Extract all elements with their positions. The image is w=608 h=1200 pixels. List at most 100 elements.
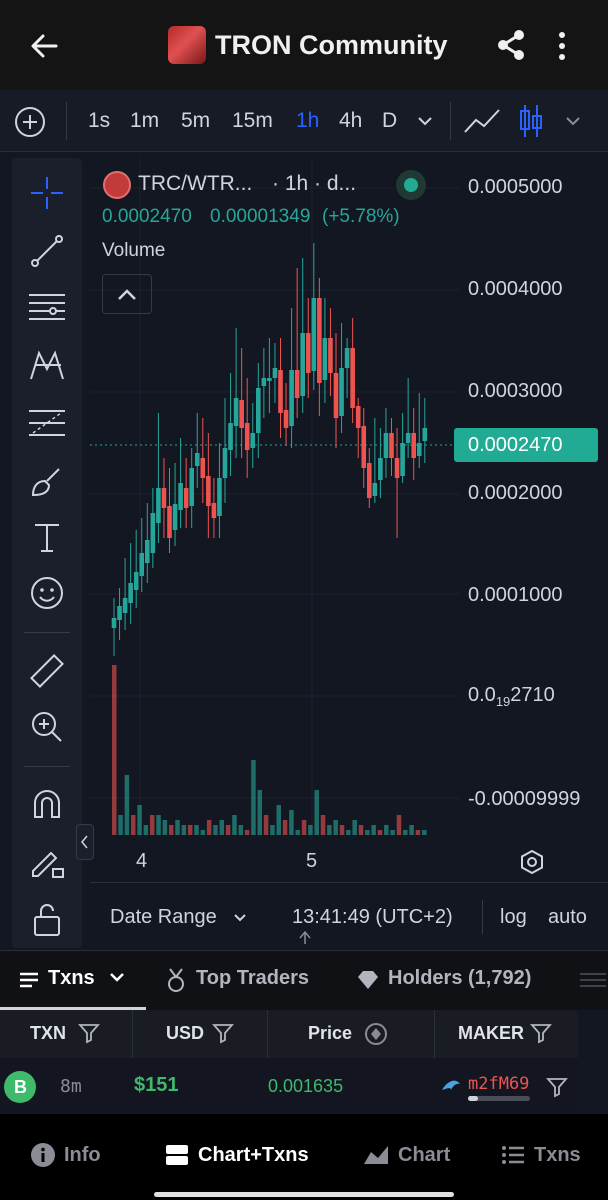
horizontal-lines-tool[interactable] (12, 282, 82, 332)
current-price-tag: 0.0002470 (454, 428, 598, 462)
back-arrow-icon[interactable] (28, 30, 60, 62)
column-header-maker: MAKER (458, 1023, 524, 1043)
chevron-left-icon (81, 835, 88, 849)
timeframe-5m[interactable]: 5m (181, 109, 210, 133)
unlock-tool[interactable] (12, 894, 82, 944)
fib-tool[interactable] (12, 398, 82, 448)
chart-settings-icon[interactable] (518, 848, 546, 876)
dolphin-icon (442, 1080, 460, 1090)
y-axis-label: 0.0001000 (468, 584, 563, 606)
nav-chart-txns[interactable]: Chart+Txns (164, 1142, 309, 1168)
timeframe-15m[interactable]: 15m (232, 109, 273, 133)
tab-holders[interactable]: Holders (1,792) (388, 967, 531, 990)
bottom-navigation: Info Chart+Txns Chart Txns (0, 1114, 608, 1200)
zoom-in-icon (32, 712, 62, 742)
magnet-tool[interactable] (12, 780, 82, 830)
text-tool[interactable] (12, 512, 82, 562)
zoom-tool[interactable] (12, 702, 82, 752)
txn-usd: $151 (134, 1074, 179, 1096)
price-toggle-icon[interactable] (364, 1022, 388, 1046)
symbol-label: TRC/WTR... (138, 172, 253, 195)
nav-txns[interactable]: Txns (500, 1142, 581, 1168)
data-tabs: Txns Top Traders Holders (1,792) (0, 950, 608, 1010)
brush-tool[interactable] (12, 456, 82, 506)
page-title: TRON Community (215, 30, 448, 60)
x-axis-label: 5 (306, 850, 318, 872)
timeframe-1m[interactable]: 1m (130, 109, 159, 133)
column-header-txn: TXN (30, 1023, 66, 1043)
timeframe-d[interactable]: D (382, 109, 397, 133)
nav-chart[interactable]: Chart (362, 1142, 450, 1168)
fib-retracement-icon (29, 410, 65, 436)
list-icon (502, 1146, 524, 1164)
tab-txns[interactable]: Txns (48, 967, 95, 990)
filter-icon[interactable] (78, 1022, 100, 1044)
y-axis-label: -0.00009999 (468, 788, 581, 810)
more-options-icon[interactable] (552, 30, 572, 62)
emoji-tool[interactable] (12, 568, 82, 618)
pencil-lock-icon (32, 851, 64, 878)
add-indicator-icon[interactable] (14, 106, 46, 138)
filter-icon[interactable] (530, 1022, 552, 1044)
txn-age: 8m (60, 1076, 82, 1097)
chart-type-dropdown-icon[interactable] (564, 114, 582, 128)
y-axis-label-small: 0.0192710 (468, 684, 555, 709)
trend-line-tool[interactable] (12, 226, 82, 276)
nav-info[interactable]: Info (30, 1142, 101, 1168)
last-price-value: 0.0002470 (102, 206, 192, 227)
chevron-up-icon (118, 289, 136, 300)
chevron-down-icon[interactable] (108, 971, 126, 985)
change-value: 0.00001349 (210, 206, 311, 227)
smiley-icon (31, 577, 63, 609)
line-chart-type-icon[interactable] (462, 104, 502, 138)
y-axis-label: 0.0005000 (468, 176, 563, 198)
timeframe-1s[interactable]: 1s (88, 109, 110, 133)
more-tabs-fade (578, 969, 608, 991)
trend-line-icon (31, 235, 63, 267)
table-row[interactable]: B 8m $151 0.001635 m2fM69 (0, 1058, 578, 1114)
measure-tool[interactable] (12, 646, 82, 696)
volume-indicator-label: Volume (102, 240, 166, 261)
txn-table-header: TXN USD Price MAKER (0, 1010, 578, 1058)
lock-drawing-tool[interactable] (12, 836, 82, 886)
collapse-legend-button[interactable] (102, 274, 152, 314)
diamond-icon (358, 971, 378, 989)
unlock-icon (34, 904, 60, 936)
crosshair-tool[interactable] (12, 168, 82, 218)
log-scale-toggle[interactable]: log (500, 906, 527, 929)
price-chart[interactable]: TRC/WTR... · 1h · d... 0.0002470 0.00001… (76, 158, 608, 948)
tab-top-traders[interactable]: Top Traders (196, 967, 309, 990)
text-icon (35, 524, 59, 552)
candlestick-chart-svg (90, 158, 460, 838)
candlestick-chart-type-icon[interactable] (516, 102, 546, 140)
txn-price: 0.001635 (268, 1076, 344, 1096)
y-axis-label: 0.0004000 (468, 278, 563, 300)
pattern-tool[interactable] (12, 340, 82, 390)
medal-icon (168, 968, 184, 992)
x-axis-label: 4 (136, 850, 148, 872)
timeframe-dropdown-icon[interactable] (416, 114, 434, 128)
filter-icon[interactable] (546, 1076, 568, 1098)
chevron-down-icon (234, 914, 246, 922)
date-range-selector[interactable]: Date Range (110, 906, 217, 929)
filter-icon[interactable] (212, 1022, 234, 1044)
y-axis-label: 0.0003000 (468, 380, 563, 402)
column-header-usd: USD (166, 1023, 205, 1043)
auto-scale-toggle[interactable]: auto (548, 906, 587, 929)
share-icon[interactable] (494, 28, 528, 62)
timeframe-1h[interactable]: 1h (296, 109, 319, 133)
column-header-price: Price (308, 1023, 353, 1043)
timeframe-4h[interactable]: 4h (339, 109, 362, 133)
toggle-tools-panel-button[interactable] (76, 824, 94, 860)
crosshair-icon (31, 177, 63, 209)
chart-txns-icon (166, 1145, 188, 1165)
app-header: TRON Community (0, 0, 608, 90)
buy-badge: B (4, 1071, 36, 1103)
drawing-tools-panel (12, 158, 82, 948)
chart-toolbar: 1s 1m 5m 15m 1h 4h D (0, 90, 608, 152)
community-logo (168, 26, 206, 64)
list-icon (20, 972, 38, 988)
info-icon (31, 1143, 55, 1167)
market-status-indicator (396, 170, 426, 200)
maker-address[interactable]: m2fM69 (468, 1074, 529, 1094)
